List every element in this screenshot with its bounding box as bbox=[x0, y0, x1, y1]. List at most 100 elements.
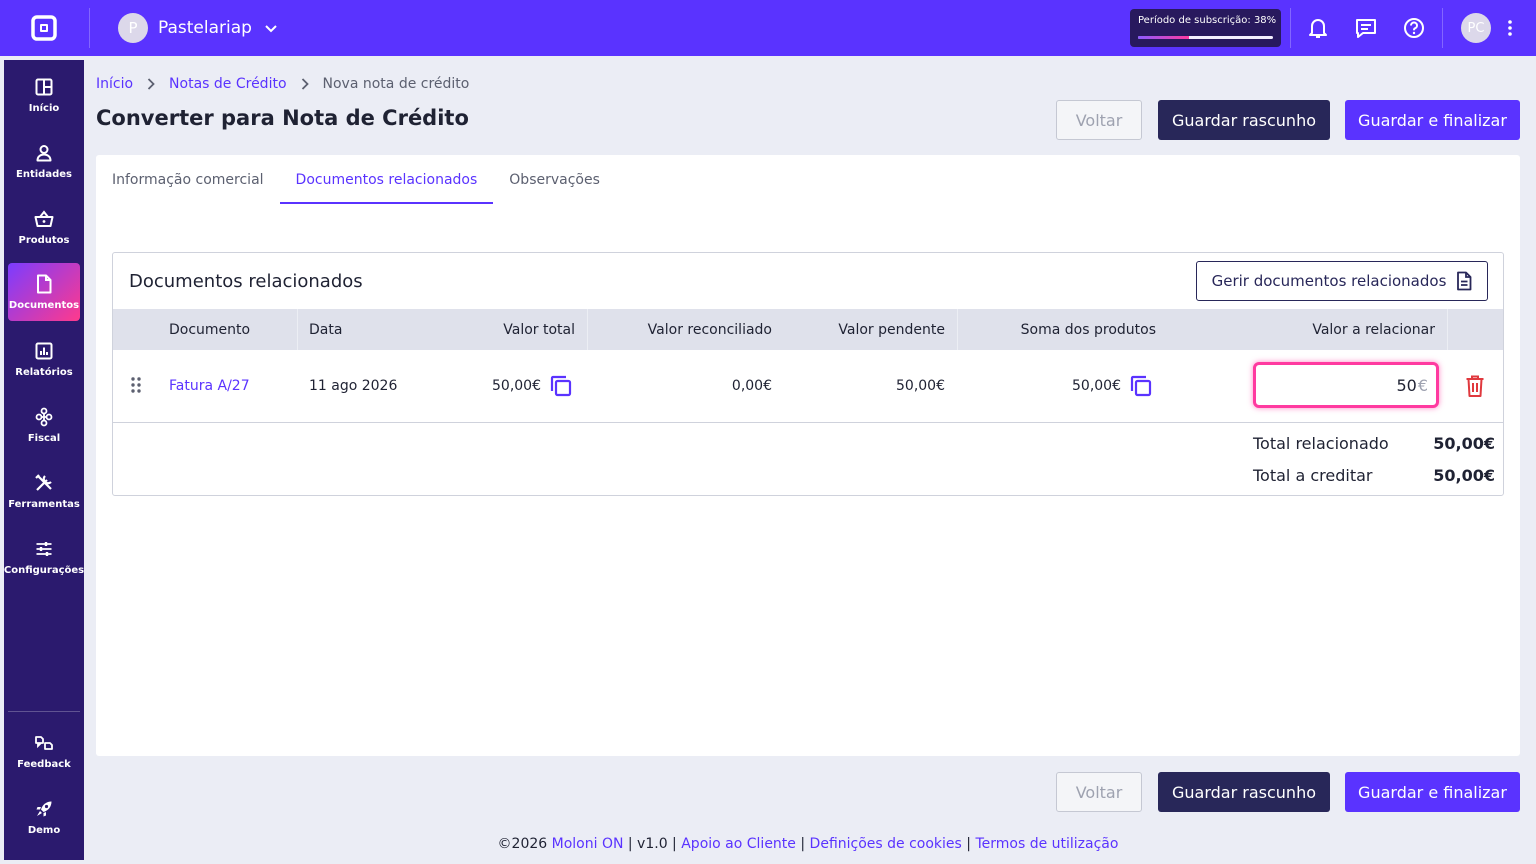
sidebar-item-label: Fiscal bbox=[27, 432, 61, 444]
total-credit-label: Total a creditar bbox=[1253, 466, 1373, 485]
sidebar-item-label: Início bbox=[28, 102, 60, 114]
save-draft-button[interactable]: Guardar rascunho bbox=[1158, 100, 1330, 140]
user-avatar[interactable]: PC bbox=[1461, 13, 1491, 43]
tab-observations[interactable]: Observações bbox=[493, 155, 616, 204]
breadcrumb-current: Nova nota de crédito bbox=[322, 76, 470, 92]
sidebar-item-label: Feedback bbox=[17, 758, 71, 770]
column-header-reconciled: Valor reconciliado bbox=[647, 321, 772, 338]
total-related-label: Total relacionado bbox=[1253, 434, 1389, 453]
company-name: Pastelariap bbox=[158, 18, 252, 38]
save-finalize-button[interactable]: Guardar e finalizar bbox=[1345, 772, 1520, 812]
topbar-divider bbox=[1442, 8, 1443, 48]
breadcrumb-home-link[interactable]: Início bbox=[96, 76, 133, 92]
total-value-text: 50,00€ bbox=[492, 378, 541, 394]
products-sum-text: 50,00€ bbox=[1072, 378, 1121, 394]
reconciled-value: 0,00€ bbox=[731, 378, 772, 394]
grid-icon bbox=[34, 77, 54, 97]
copy-icon[interactable] bbox=[549, 374, 573, 398]
manage-related-documents-button[interactable]: Gerir documentos relacionados bbox=[1196, 261, 1488, 301]
pending-value: 50,00€ bbox=[896, 378, 945, 394]
back-button[interactable]: Voltar bbox=[1056, 772, 1142, 812]
breadcrumb: Início Notas de Crédito Nova nota de cré… bbox=[96, 74, 469, 94]
column-header-date: Data bbox=[309, 321, 343, 338]
column-separator bbox=[1447, 309, 1448, 350]
top-bar: P Pastelariap Período de subscrição: 38%… bbox=[0, 0, 1536, 56]
save-finalize-button[interactable]: Guardar e finalizar bbox=[1345, 100, 1520, 140]
chevron-down-icon bbox=[265, 25, 277, 33]
sidebar-item-relatorios[interactable]: Relatórios bbox=[8, 330, 80, 388]
document-date: 11 ago 2026 bbox=[309, 378, 398, 394]
related-documents-panel: Documentos relacionados Gerir documentos… bbox=[112, 252, 1504, 496]
sidebar-item-entidades[interactable]: Entidades bbox=[8, 132, 80, 190]
help-icon[interactable] bbox=[1402, 16, 1426, 40]
page-title: Converter para Nota de Crédito bbox=[96, 106, 469, 130]
basket-icon bbox=[34, 209, 54, 229]
sidebar-item-produtos[interactable]: Produtos bbox=[8, 198, 80, 256]
rocket-icon bbox=[34, 799, 54, 819]
sidebar-item-label: Configurações bbox=[3, 564, 85, 576]
value-to-relate-input[interactable]: 50 € bbox=[1253, 362, 1439, 408]
subscription-progress-bar bbox=[1138, 36, 1273, 39]
footer: ©2026 Moloni ON | v1.0 | Apoio ao Client… bbox=[0, 836, 1536, 852]
main-card: Informação comercial Documentos relacion… bbox=[96, 155, 1520, 756]
footer-version: | v1.0 | bbox=[623, 836, 682, 852]
sidebar-item-feedback[interactable]: Feedback bbox=[8, 722, 80, 780]
sidebar-item-label: Demo bbox=[27, 824, 61, 836]
tab-related-documents[interactable]: Documentos relacionados bbox=[279, 155, 494, 204]
sidebar: Início Entidades Produtos Documentos Rel… bbox=[4, 60, 84, 860]
sidebar-item-ferramentas[interactable]: Ferramentas bbox=[8, 462, 80, 520]
document-icon bbox=[34, 274, 54, 294]
footer-terms-link[interactable]: Termos de utilização bbox=[975, 836, 1118, 852]
back-button[interactable]: Voltar bbox=[1056, 100, 1142, 140]
more-vertical-icon[interactable] bbox=[1502, 16, 1518, 40]
company-selector[interactable]: P Pastelariap bbox=[118, 12, 278, 44]
save-draft-button[interactable]: Guardar rascunho bbox=[1158, 772, 1330, 812]
sidebar-item-inicio[interactable]: Início bbox=[8, 66, 80, 124]
table-row: Fatura A/27 11 ago 2026 50,00€ 0,00€ 50,… bbox=[113, 350, 1503, 423]
sidebar-item-label: Relatórios bbox=[15, 366, 73, 378]
topbar-divider bbox=[1290, 8, 1291, 48]
sidebar-item-configuracoes[interactable]: Configurações bbox=[4, 528, 84, 586]
topbar-divider bbox=[89, 8, 90, 48]
moloni-logo-icon[interactable] bbox=[28, 14, 60, 42]
company-avatar: P bbox=[118, 13, 148, 43]
document-link[interactable]: Fatura A/27 bbox=[169, 378, 250, 394]
sliders-icon bbox=[34, 539, 54, 559]
sidebar-item-label: Entidades bbox=[16, 168, 72, 180]
footer-brand-link[interactable]: Moloni ON bbox=[552, 836, 624, 852]
tools-icon bbox=[34, 473, 54, 493]
sidebar-item-label: Produtos bbox=[18, 234, 70, 246]
currency-suffix: € bbox=[1417, 375, 1428, 395]
breadcrumb-credit-notes-link[interactable]: Notas de Crédito bbox=[169, 76, 286, 92]
table-header: Documento Data Valor total Valor reconci… bbox=[113, 309, 1503, 350]
column-separator bbox=[297, 309, 298, 350]
subscription-progress-fill bbox=[1138, 36, 1190, 39]
footer-separator: | bbox=[795, 836, 810, 852]
feedback-icon bbox=[34, 733, 54, 753]
chat-icon[interactable] bbox=[1354, 16, 1378, 40]
column-header-document: Documento bbox=[169, 321, 251, 338]
fiscal-icon bbox=[34, 407, 54, 427]
copy-icon[interactable] bbox=[1129, 374, 1153, 398]
footer-copyright: ©2026 bbox=[497, 836, 552, 852]
bell-icon[interactable] bbox=[1306, 16, 1330, 40]
drag-handle-icon[interactable] bbox=[131, 377, 141, 397]
chevron-right-icon bbox=[147, 78, 155, 90]
sidebar-item-documentos[interactable]: Documentos bbox=[8, 263, 80, 321]
column-header-value-to-relate: Valor a relacionar bbox=[1312, 321, 1435, 338]
total-credit-value: 50,00€ bbox=[1433, 466, 1495, 485]
footer-support-link[interactable]: Apoio ao Cliente bbox=[681, 836, 796, 852]
column-header-total: Valor total bbox=[503, 321, 575, 338]
products-sum-value: 50,00€ bbox=[1053, 350, 1153, 422]
sidebar-divider bbox=[8, 711, 80, 712]
subscription-period[interactable]: Período de subscrição: 38% bbox=[1130, 9, 1281, 47]
sidebar-item-fiscal[interactable]: Fiscal bbox=[8, 396, 80, 454]
chevron-right-icon bbox=[301, 78, 309, 90]
footer-cookies-link[interactable]: Definições de cookies bbox=[810, 836, 962, 852]
total-value: 50,00€ bbox=[473, 350, 573, 422]
tab-commercial-info[interactable]: Informação comercial bbox=[96, 155, 280, 204]
column-header-pending: Valor pendente bbox=[838, 321, 945, 338]
total-related-value: 50,00€ bbox=[1433, 434, 1495, 453]
column-separator bbox=[587, 309, 588, 350]
trash-icon[interactable] bbox=[1465, 374, 1485, 398]
